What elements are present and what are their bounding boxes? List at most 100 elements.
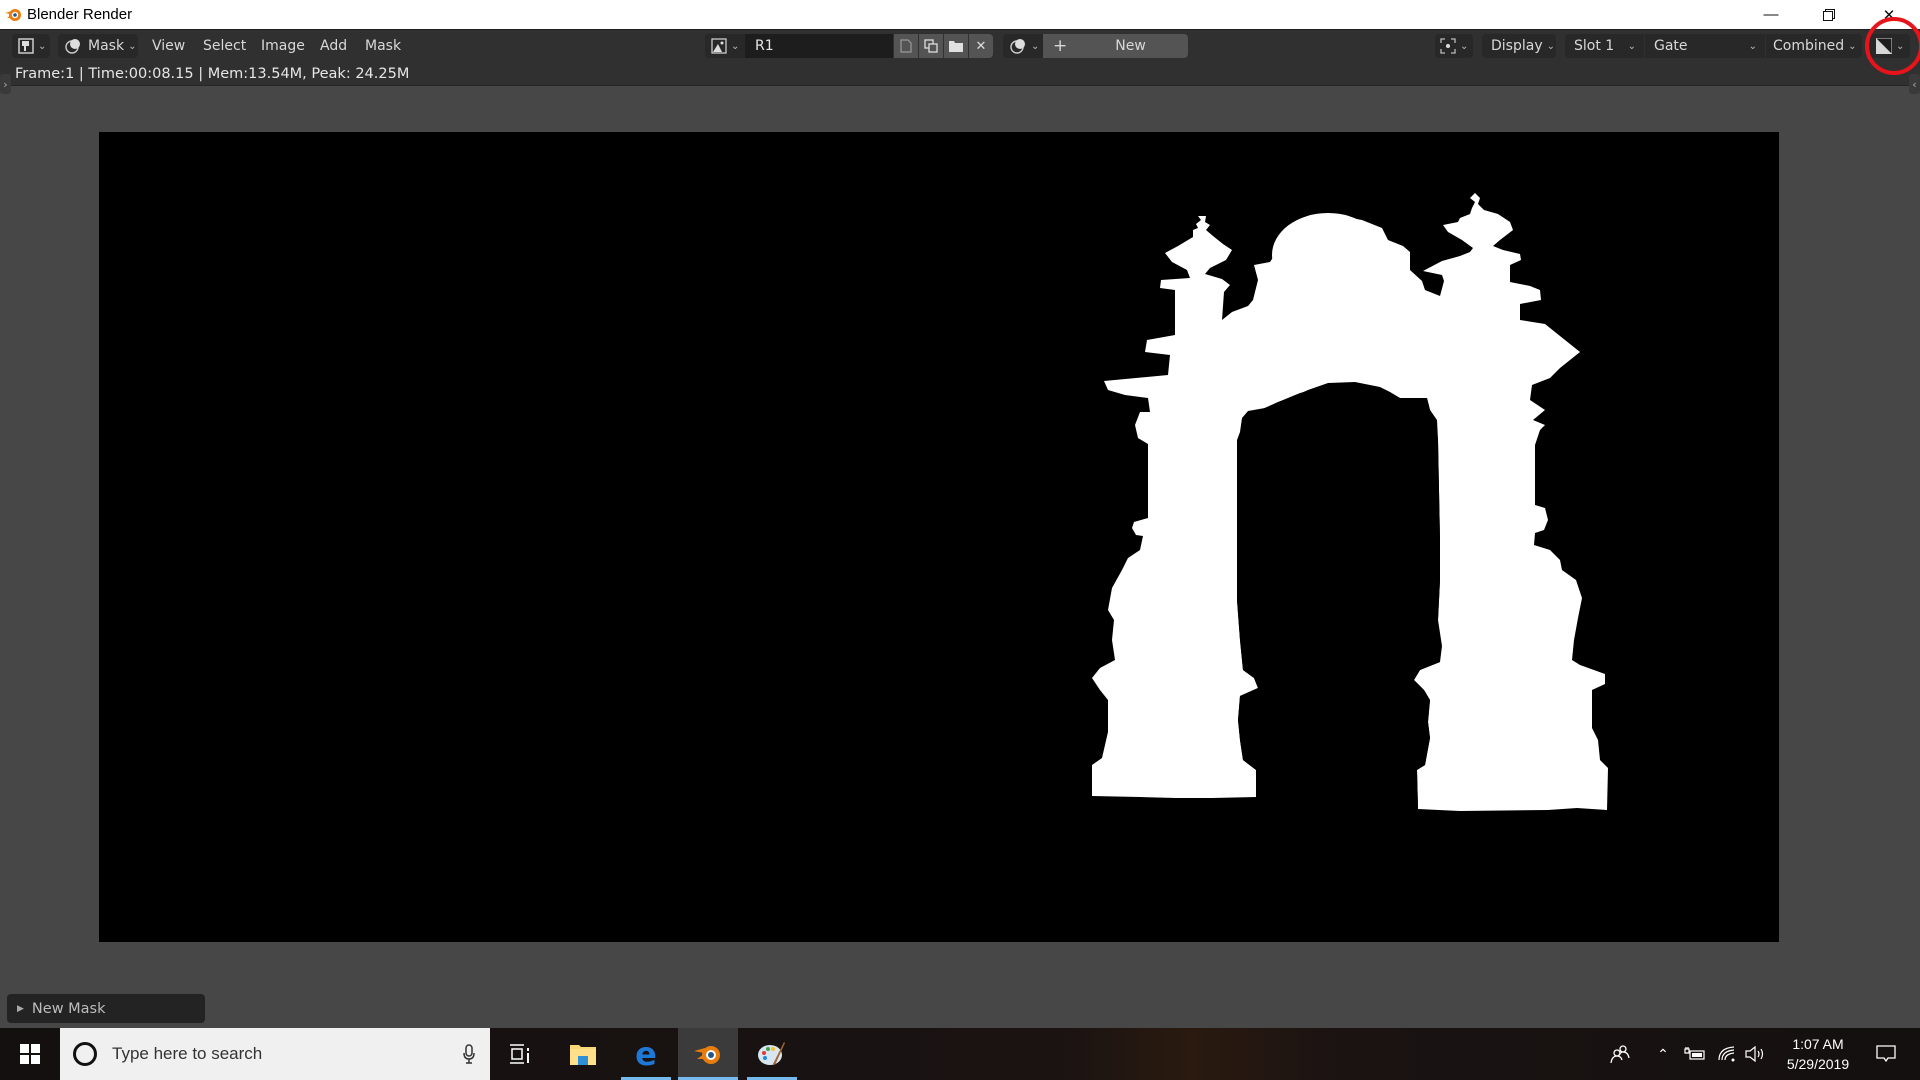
cortana-icon [73, 1042, 97, 1066]
restore-icon [1823, 8, 1835, 21]
image-browse-dropdown[interactable]: ⌄ [705, 34, 745, 58]
chevron-down-icon: ⌄ [1896, 40, 1905, 52]
chevron-right-icon: › [3, 77, 8, 91]
chevron-up-icon: ⌃ [1657, 1045, 1669, 1062]
action-center-button[interactable] [1862, 1028, 1910, 1080]
restore-button[interactable] [1806, 0, 1852, 29]
slot-label: Slot 1 [1574, 38, 1615, 54]
edge-browser-button[interactable]: e [616, 1028, 676, 1080]
people-icon [1610, 1045, 1630, 1063]
new-mask-button[interactable]: + New [1043, 34, 1188, 58]
notification-icon [1876, 1045, 1896, 1063]
chevron-down-icon: ⌄ [1848, 40, 1857, 52]
blender-icon [694, 1046, 720, 1064]
slot-dropdown[interactable]: Slot 1 ⌄ [1565, 34, 1644, 58]
wifi-icon [1718, 1046, 1735, 1062]
task-view-button[interactable] [490, 1028, 550, 1080]
render-layer-label: Gate [1654, 38, 1688, 54]
menu-view[interactable]: View [152, 34, 185, 58]
gate-dome [1272, 213, 1384, 297]
image-name-field[interactable]: R1 [745, 34, 893, 58]
edge-icon: e [635, 1035, 657, 1073]
menu-mask[interactable]: Mask [365, 34, 401, 58]
speaker-icon [1745, 1046, 1764, 1062]
chevron-down-icon: ⌄ [1031, 40, 1040, 52]
duplicate-button[interactable] [919, 34, 943, 58]
battery-charging-icon [1684, 1047, 1705, 1060]
clock-date: 5/29/2019 [1786, 1056, 1850, 1072]
paint-icon [758, 1042, 785, 1065]
image-editor-header: ⌄ Mask ⌄ View Select Image Add Mask ⌄ R1… [0, 29, 1920, 62]
new-mask-operator-panel[interactable]: ▶ New Mask [7, 994, 205, 1023]
color-alpha-icon [1876, 38, 1892, 54]
duplicate-icon [924, 39, 938, 53]
microphone-icon [463, 1044, 475, 1064]
start-button[interactable] [0, 1028, 60, 1080]
render-layer-dropdown[interactable]: Gate ⌄ [1645, 34, 1765, 58]
menu-image[interactable]: Image [261, 34, 305, 58]
mode-label: Mask [88, 38, 125, 54]
minimize-button[interactable]: — [1748, 0, 1794, 29]
pivot-icon [1440, 38, 1456, 54]
render-pass-dropdown[interactable]: Combined ⌄ [1766, 34, 1862, 58]
new-mask-panel-label: New Mask [31, 1000, 106, 1017]
editor-type-dropdown[interactable]: ⌄ [12, 34, 50, 58]
windows-logo-icon [20, 1044, 40, 1064]
sidebar-toggle[interactable]: ‹ [1909, 74, 1920, 94]
open-folder-icon [949, 41, 963, 52]
chevron-down-icon: ⌄ [128, 40, 137, 52]
image-icon [711, 38, 727, 54]
image-editor-icon [18, 38, 34, 54]
chevron-down-icon: ⌄ [38, 40, 47, 52]
clock-time: 1:07 AM [1792, 1036, 1844, 1052]
chevron-down-icon: ⌄ [1460, 40, 1469, 52]
close-button[interactable]: ✕ [1866, 0, 1912, 29]
window-title: Blender Render [27, 6, 133, 23]
fake-user-button[interactable] [894, 34, 918, 58]
paint-button[interactable] [742, 1028, 802, 1080]
fake-user-icon [900, 39, 912, 53]
mode-dropdown[interactable]: Mask ⌄ [58, 34, 138, 58]
render-status-text: Frame:1 | Time:00:08.15 | Mem:13.54M, Pe… [0, 62, 1920, 86]
file-explorer-button[interactable] [553, 1028, 613, 1080]
menu-select[interactable]: Select [203, 34, 246, 58]
minimize-icon: — [1763, 6, 1779, 23]
new-mask-label: New [1115, 38, 1146, 54]
chevron-down-icon: ⌄ [1627, 40, 1636, 52]
network-button[interactable] [1714, 1028, 1740, 1080]
display-label: Display [1491, 38, 1543, 54]
gate-arch-opening [1237, 384, 1440, 809]
volume-button[interactable] [1742, 1028, 1768, 1080]
menu-add[interactable]: Add [320, 34, 347, 58]
show-hidden-icons-button[interactable]: ⌃ [1652, 1028, 1674, 1080]
chevron-down-icon: ⌄ [1546, 40, 1555, 52]
close-icon: ✕ [1882, 6, 1896, 24]
chevron-down-icon: ⌄ [731, 40, 740, 52]
unlink-image-button[interactable]: ✕ [969, 34, 993, 58]
pivot-dropdown[interactable]: ⌄ [1435, 34, 1473, 58]
task-view-icon [510, 1044, 529, 1064]
disclosure-triangle-icon: ▶ [17, 1003, 24, 1014]
search-placeholder: Type here to search [112, 1044, 263, 1063]
blender-logo-icon [5, 9, 21, 21]
file-explorer-icon [570, 1045, 596, 1065]
render-result-image[interactable] [99, 132, 1779, 942]
mask-icon [1010, 39, 1025, 54]
title-bar: Blender Render — ✕ [0, 0, 1920, 29]
blender-taskbar-button[interactable] [678, 1028, 738, 1080]
open-image-button[interactable] [944, 34, 968, 58]
mask-mode-icon [65, 39, 80, 54]
clock-button[interactable]: 1:07 AM 5/29/2019 [1772, 1028, 1864, 1080]
display-channels-dropdown[interactable]: ⌄ [1870, 34, 1910, 58]
display-dropdown[interactable]: Display ⌄ [1482, 34, 1556, 58]
battery-button[interactable] [1682, 1028, 1708, 1080]
taskbar-search-box[interactable]: Type here to search [60, 1028, 490, 1080]
windows-taskbar: Type here to search e ⌃ 1:07 AM 5/29/201… [0, 1028, 1920, 1080]
render-pass-label: Combined [1773, 38, 1845, 54]
people-button[interactable] [1605, 1028, 1635, 1080]
chevron-left-icon: ‹ [1912, 77, 1917, 91]
mask-browse-dropdown[interactable]: ⌄ [1003, 34, 1043, 58]
toolbar-toggle[interactable]: › [0, 74, 11, 94]
unlink-icon: ✕ [975, 38, 987, 54]
plus-icon: + [1053, 36, 1068, 56]
